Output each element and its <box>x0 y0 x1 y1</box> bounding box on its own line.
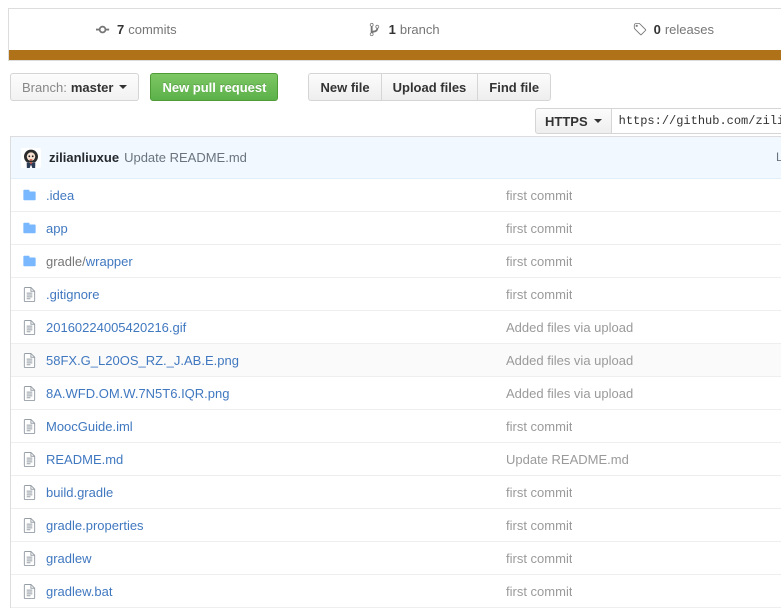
file-commit-message[interactable]: first commit <box>506 518 572 533</box>
file-name-link[interactable]: 8A.WFD.OM.W.7N5T6.IQR.png <box>46 386 506 401</box>
clone-protocol-label: HTTPS <box>545 114 588 129</box>
file-commit-message[interactable]: Added files via upload <box>506 386 633 401</box>
table-row[interactable]: .gitignorefirst commit <box>11 278 781 311</box>
commit-message[interactable]: Update README.md <box>124 150 247 165</box>
commit-icon <box>95 22 111 38</box>
stat-releases-label: releases <box>665 22 714 37</box>
file-name-link[interactable]: gradle.properties <box>46 518 506 533</box>
file-name-link[interactable]: .gitignore <box>46 287 506 302</box>
file-icon <box>21 517 37 533</box>
language-color-bar <box>9 50 781 60</box>
file-icon <box>21 550 37 566</box>
file-name-link[interactable]: build.gradle <box>46 485 506 500</box>
commit-author-name[interactable]: zilianliuxue <box>49 150 119 165</box>
file-name-link[interactable]: README.md <box>46 452 506 467</box>
stat-commits[interactable]: 7 commits <box>95 22 177 38</box>
table-row[interactable]: 20160224005420216.gifAdded files via upl… <box>11 311 781 344</box>
file-icon <box>21 319 37 335</box>
file-commit-message[interactable]: Added files via upload <box>506 320 633 335</box>
branch-icon <box>367 22 383 38</box>
stat-releases-count: 0 <box>654 22 661 37</box>
file-name-link[interactable]: .idea <box>46 188 506 203</box>
chevron-down-icon <box>119 85 127 89</box>
file-icon <box>21 451 37 467</box>
file-commit-message[interactable]: first commit <box>506 584 572 599</box>
file-name-link[interactable]: MoocGuide.iml <box>46 419 506 434</box>
table-row[interactable]: appfirst commit <box>11 212 781 245</box>
file-commit-message[interactable]: first commit <box>506 485 572 500</box>
file-icon <box>21 583 37 599</box>
file-icon <box>21 286 37 302</box>
table-row[interactable]: README.mdUpdate README.md <box>11 443 781 476</box>
folder-icon <box>21 187 37 203</box>
table-row[interactable]: 8A.WFD.OM.W.7N5T6.IQR.pngAdded files via… <box>11 377 781 410</box>
upload-files-button[interactable]: Upload files <box>381 73 478 101</box>
table-row[interactable]: gradlew.batfirst commit <box>11 575 781 608</box>
file-commit-message[interactable]: first commit <box>506 551 572 566</box>
stat-branch-count: 1 <box>389 22 396 37</box>
file-name-link[interactable]: gradlew.bat <box>46 584 506 599</box>
file-icon <box>21 385 37 401</box>
table-row[interactable]: MoocGuide.imlfirst commit <box>11 410 781 443</box>
repo-actions-toolbar: Branch: master New pull request New file… <box>10 73 551 101</box>
clone-url-bar: HTTPS https://github.com/zilianliuxue/Mo… <box>535 108 781 134</box>
table-row[interactable]: .ideafirst commit <box>11 179 781 212</box>
branch-name-label: master <box>71 80 114 95</box>
latest-commit-label: Latest commit <box>776 150 781 164</box>
latest-commit-header: zilianliuxue Update README.md Latest com… <box>11 137 781 179</box>
directory-prefix: gradle/ <box>46 254 86 269</box>
stat-commits-count: 7 <box>117 22 124 37</box>
branch-selector-button[interactable]: Branch: master <box>10 73 139 101</box>
branch-prefix-label: Branch: <box>22 80 67 95</box>
file-name-link[interactable]: app <box>46 221 506 236</box>
table-row[interactable]: build.gradlefirst commit <box>11 476 781 509</box>
file-name-link[interactable]: 58FX.G_L20OS_RZ._J.AB.E.png <box>46 353 506 368</box>
stat-branches[interactable]: 1 branch <box>367 22 440 38</box>
table-row[interactable]: gradle.propertiesfirst commit <box>11 509 781 542</box>
folder-icon <box>21 253 37 269</box>
file-name-link[interactable]: gradlew <box>46 551 506 566</box>
stat-commits-label: commits <box>128 22 176 37</box>
file-commit-message[interactable]: Update README.md <box>506 452 629 467</box>
table-row[interactable]: 58FX.G_L20OS_RZ._J.AB.E.pngAdded files v… <box>11 344 781 377</box>
file-name-link[interactable]: gradle/wrapper <box>46 254 506 269</box>
file-list: .ideafirst commitappfirst commitgradle/w… <box>11 179 781 608</box>
clone-url-input[interactable]: https://github.com/zilianliuxue/MoocGuid… <box>612 108 781 134</box>
stat-releases[interactable]: 0 releases <box>632 22 714 38</box>
file-actions-group: New file Upload files Find file <box>308 73 551 101</box>
file-icon <box>21 418 37 434</box>
new-pull-request-button[interactable]: New pull request <box>150 73 278 101</box>
file-icon <box>21 484 37 500</box>
chevron-down-icon <box>594 119 602 123</box>
table-row[interactable]: gradlewfirst commit <box>11 542 781 575</box>
file-commit-message[interactable]: first commit <box>506 254 572 269</box>
new-file-button[interactable]: New file <box>308 73 380 101</box>
file-browser: zilianliuxue Update README.md Latest com… <box>10 136 781 608</box>
folder-icon <box>21 220 37 236</box>
stat-branch-label: branch <box>400 22 440 37</box>
table-row[interactable]: gradle/wrapperfirst commit <box>11 245 781 278</box>
file-name-link[interactable]: 20160224005420216.gif <box>46 320 506 335</box>
stats-row: 7 commits 1 branch 0 releases <box>9 9 781 50</box>
file-commit-message[interactable]: first commit <box>506 221 572 236</box>
find-file-button[interactable]: Find file <box>477 73 551 101</box>
file-commit-message[interactable]: first commit <box>506 287 572 302</box>
file-commit-message[interactable]: first commit <box>506 419 572 434</box>
file-commit-message[interactable]: Added files via upload <box>506 353 633 368</box>
file-commit-message[interactable]: first commit <box>506 188 572 203</box>
file-icon <box>21 352 37 368</box>
tag-icon <box>632 22 648 38</box>
clone-protocol-button[interactable]: HTTPS <box>535 108 612 134</box>
avatar[interactable] <box>21 148 41 168</box>
repository-stats-bar: 7 commits 1 branch 0 releases <box>8 8 781 61</box>
